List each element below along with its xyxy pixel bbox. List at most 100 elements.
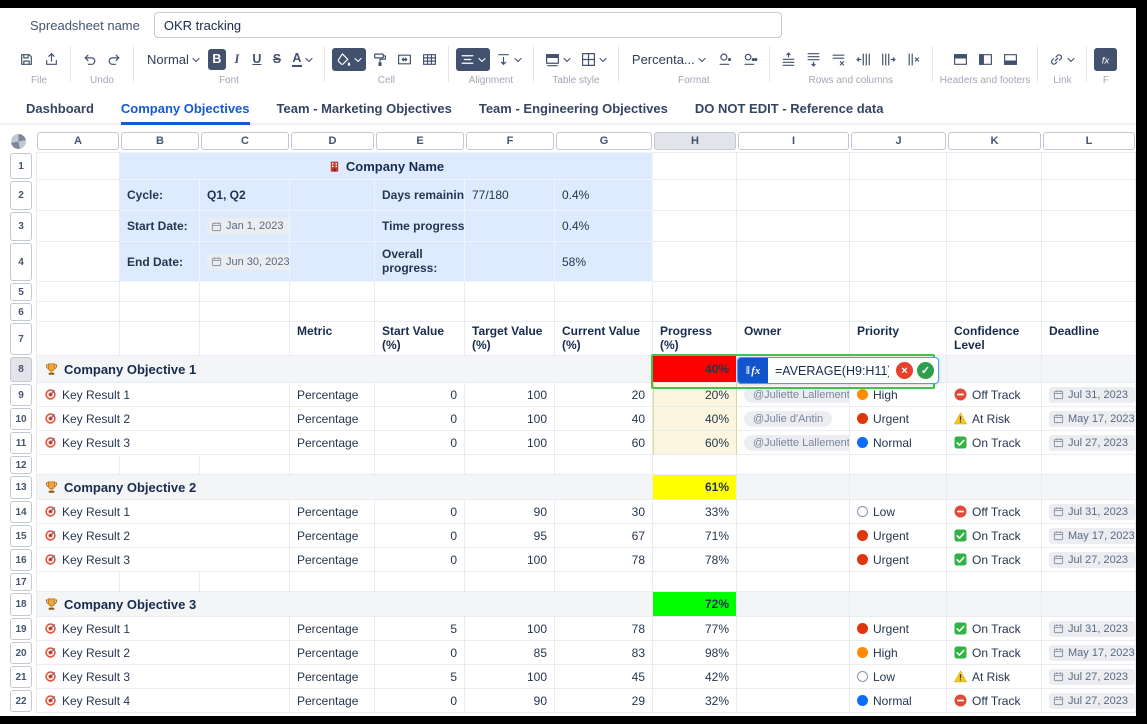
- cell-B7[interactable]: [120, 322, 200, 356]
- row-header-13[interactable]: 13: [8, 475, 36, 500]
- cell-I10[interactable]: @Julie d'Antin: [737, 407, 850, 431]
- date-chip[interactable]: Jul 27, 2023: [1049, 552, 1135, 568]
- cell-F9[interactable]: 100: [465, 383, 555, 407]
- cell-L11[interactable]: Jul 27, 2023: [1042, 431, 1136, 455]
- owner-chip[interactable]: @Julie d'Antin: [744, 411, 832, 427]
- cell-E15[interactable]: 0: [375, 524, 465, 548]
- cell-K18[interactable]: [947, 592, 1042, 617]
- cell-F10[interactable]: 100: [465, 407, 555, 431]
- owner-chip[interactable]: @Juliette Lallement: [744, 387, 850, 403]
- cell-H1[interactable]: [653, 152, 737, 180]
- cell-H4[interactable]: [653, 242, 737, 282]
- cell-G10[interactable]: 40: [555, 407, 653, 431]
- row-header-1[interactable]: 1: [8, 152, 36, 180]
- cell-J16[interactable]: Urgent: [850, 548, 947, 572]
- cell-B3[interactable]: Start Date:: [120, 211, 200, 242]
- cell-L15[interactable]: May 17, 2023: [1042, 524, 1136, 548]
- cell-L22[interactable]: Jul 27, 2023: [1042, 689, 1136, 713]
- cell-G15[interactable]: 67: [555, 524, 653, 548]
- cell-F17[interactable]: [465, 572, 555, 592]
- cell-H17[interactable]: [653, 572, 737, 592]
- cell-L18[interactable]: [1042, 592, 1136, 617]
- cell-B17[interactable]: [120, 572, 200, 592]
- cell-I11[interactable]: @Juliette Lallement: [737, 431, 850, 455]
- cell-J12[interactable]: [850, 455, 947, 475]
- tab-team-engineering-objectives[interactable]: Team - Engineering Objectives: [479, 95, 668, 125]
- cell-A4[interactable]: [36, 242, 120, 282]
- decrease-decimal-button[interactable]: [714, 48, 737, 71]
- normal-button[interactable]: Normal: [141, 48, 206, 71]
- cell-E11[interactable]: 0: [375, 431, 465, 455]
- cell-K16[interactable]: On Track: [947, 548, 1042, 572]
- cell-J20[interactable]: High: [850, 641, 947, 665]
- column-header-L[interactable]: L: [1042, 130, 1136, 152]
- cell-A19[interactable]: Key Result 1: [36, 617, 290, 641]
- column-header-K[interactable]: K: [947, 130, 1042, 152]
- cell-I22[interactable]: [737, 689, 850, 713]
- column-header-J[interactable]: J: [850, 130, 947, 152]
- cell-I3[interactable]: [737, 211, 850, 242]
- cell-J11[interactable]: Normal: [850, 431, 947, 455]
- cell-E14[interactable]: 0: [375, 500, 465, 524]
- cell-A17[interactable]: [36, 572, 120, 592]
- increase-decimal-button[interactable]: [739, 48, 762, 71]
- row-header-15[interactable]: 15: [8, 524, 36, 548]
- cell-C2[interactable]: Q1, Q2: [200, 180, 290, 211]
- cell-E4[interactable]: Overall progress:: [375, 242, 465, 282]
- cell-G11[interactable]: 60: [555, 431, 653, 455]
- cell-E12[interactable]: [375, 455, 465, 475]
- cell-D7[interactable]: Metric: [290, 322, 375, 356]
- cell-D20[interactable]: Percentage: [290, 641, 375, 665]
- row-header-21[interactable]: 21: [8, 665, 36, 689]
- column-header-D[interactable]: D: [290, 130, 375, 152]
- cell-L13[interactable]: [1042, 475, 1136, 500]
- cell-G5[interactable]: [555, 282, 653, 302]
- cell-H15[interactable]: 71%: [653, 524, 737, 548]
- delete-column-button[interactable]: [902, 48, 925, 71]
- cell-H2[interactable]: [653, 180, 737, 211]
- cell-K22[interactable]: Off Track: [947, 689, 1042, 713]
- cell-G20[interactable]: 83: [555, 641, 653, 665]
- cell-D6[interactable]: [290, 302, 375, 322]
- formula-button[interactable]: fx: [1094, 48, 1117, 71]
- cell-H7[interactable]: Progress (%): [653, 322, 737, 356]
- cell-G2[interactable]: 0.4%: [555, 180, 653, 211]
- cell-H5[interactable]: [653, 282, 737, 302]
- date-chip[interactable]: Jul 31, 2023: [1049, 504, 1135, 520]
- cell-F16[interactable]: 100: [465, 548, 555, 572]
- date-chip[interactable]: Jul 27, 2023: [1049, 669, 1135, 685]
- date-chip[interactable]: Jul 27, 2023: [1049, 435, 1135, 451]
- delete-row-button[interactable]: [827, 48, 850, 71]
- cell-F14[interactable]: 90: [465, 500, 555, 524]
- owner-chip[interactable]: @Juliette Lallement: [744, 435, 850, 451]
- cell-E5[interactable]: [375, 282, 465, 302]
- cell-K17[interactable]: [947, 572, 1042, 592]
- cell-A3[interactable]: [36, 211, 120, 242]
- cell-D5[interactable]: [290, 282, 375, 302]
- cell-H12[interactable]: [653, 455, 737, 475]
- cell-K14[interactable]: Off Track: [947, 500, 1042, 524]
- cell-L7[interactable]: Deadline: [1042, 322, 1136, 356]
- italic-button[interactable]: I: [228, 49, 246, 70]
- cell-K1[interactable]: [947, 152, 1042, 180]
- cell-I17[interactable]: [737, 572, 850, 592]
- borders-button[interactable]: [577, 48, 611, 71]
- cell-J4[interactable]: [850, 242, 947, 282]
- cell-I2[interactable]: [737, 180, 850, 211]
- cell-K20[interactable]: On Track: [947, 641, 1042, 665]
- cell-A6[interactable]: [36, 302, 120, 322]
- cell-K3[interactable]: [947, 211, 1042, 242]
- cell-H10[interactable]: 40%: [653, 407, 737, 431]
- tab-do-not-edit-reference-data[interactable]: DO NOT EDIT - Reference data: [695, 95, 884, 125]
- cell-H14[interactable]: 33%: [653, 500, 737, 524]
- cell-B5[interactable]: [120, 282, 200, 302]
- row-header-17[interactable]: 17: [8, 572, 36, 592]
- cell-J10[interactable]: Urgent: [850, 407, 947, 431]
- cell-C12[interactable]: [200, 455, 290, 475]
- cell-J19[interactable]: Urgent: [850, 617, 947, 641]
- cell-C3[interactable]: Jan 1, 2023: [200, 211, 290, 242]
- cell-grid-button[interactable]: [418, 48, 441, 71]
- cell-J15[interactable]: Urgent: [850, 524, 947, 548]
- cell-E6[interactable]: [375, 302, 465, 322]
- cell-G19[interactable]: 78: [555, 617, 653, 641]
